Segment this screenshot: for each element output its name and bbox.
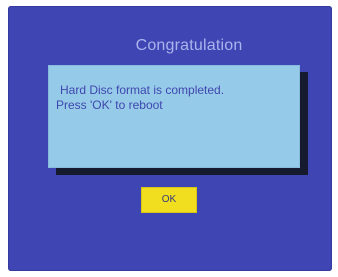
reboot-instruction: Press 'OK' to reboot: [56, 98, 163, 112]
ok-button[interactable]: OK: [141, 187, 197, 213]
message-panel: Hard Disc format is completed. Press 'OK…: [48, 65, 300, 168]
reboot-dialog-screen: Congratulation Hard Disc format is compl…: [8, 6, 332, 271]
dialog-title: Congratulation: [135, 37, 243, 54]
completion-message: Hard Disc format is completed.: [60, 83, 225, 97]
